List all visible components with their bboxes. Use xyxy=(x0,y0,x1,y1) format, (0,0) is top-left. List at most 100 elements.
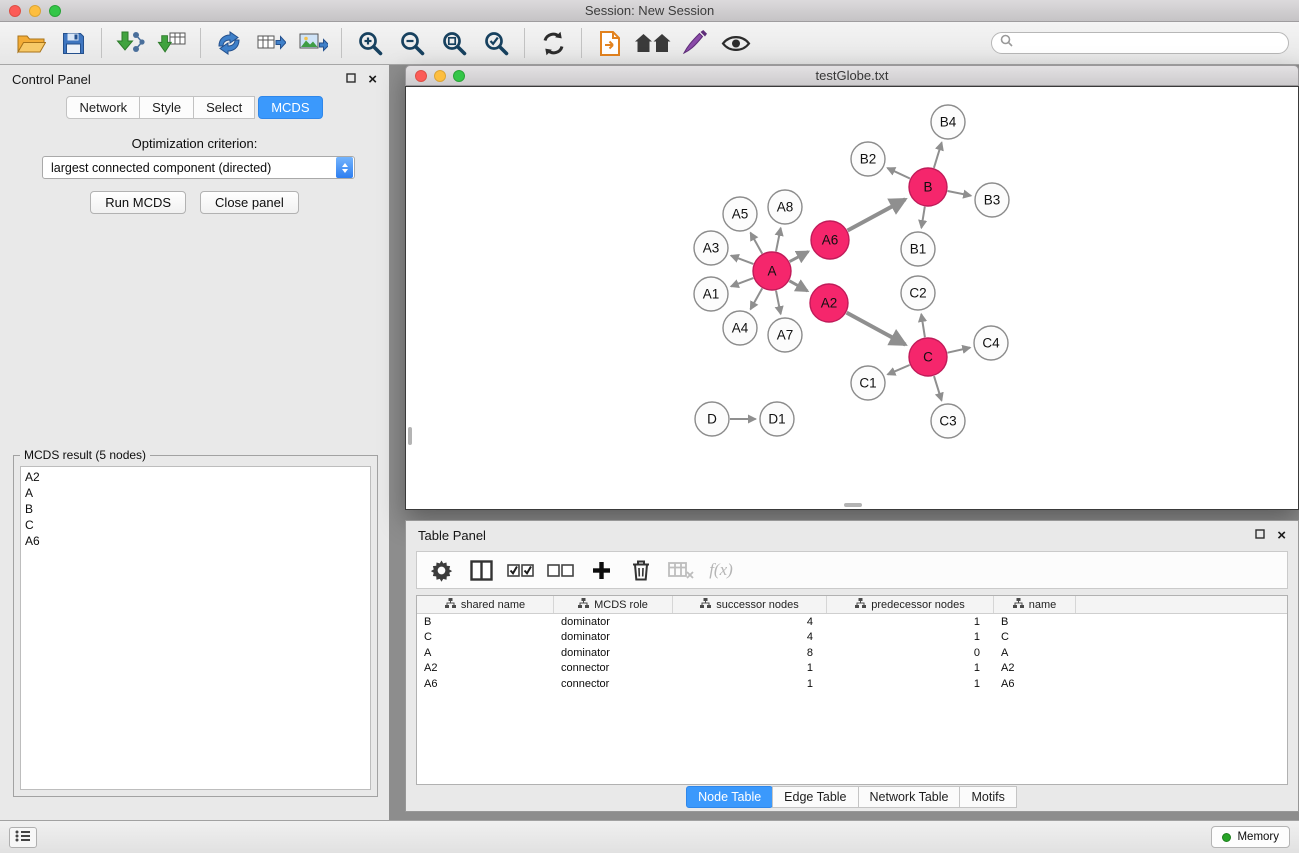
style-brush-icon[interactable] xyxy=(673,25,715,61)
zoom-out-icon[interactable] xyxy=(391,25,433,61)
network-window-titlebar[interactable]: testGlobe.txt xyxy=(405,65,1299,86)
node-A2[interactable]: A2 xyxy=(810,284,848,322)
tab-select[interactable]: Select xyxy=(194,96,255,119)
column-header-shared-name[interactable]: shared name xyxy=(417,596,554,613)
edge-C-C3[interactable] xyxy=(934,376,942,401)
network-file-icon[interactable] xyxy=(589,25,631,61)
edge-A-A4[interactable] xyxy=(751,288,763,309)
node-C[interactable]: C xyxy=(909,338,947,376)
search-box[interactable] xyxy=(991,32,1289,54)
network-minimize-icon[interactable] xyxy=(434,70,446,82)
close-window-icon[interactable] xyxy=(9,5,21,17)
node-A3[interactable]: A3 xyxy=(694,231,728,265)
node-A6[interactable]: A6 xyxy=(811,221,849,259)
node-D1[interactable]: D1 xyxy=(760,402,794,436)
zoom-selected-icon[interactable] xyxy=(475,25,517,61)
node-B3[interactable]: B3 xyxy=(975,183,1009,217)
horizontal-scrollbar-thumb[interactable] xyxy=(844,503,862,507)
node-B1[interactable]: B1 xyxy=(901,232,935,266)
edge-C-C1[interactable] xyxy=(888,365,910,375)
home-icon[interactable] xyxy=(631,25,673,61)
criterion-dropdown[interactable]: largest connected component (directed) xyxy=(42,156,355,179)
table-row[interactable]: Cdominator41C xyxy=(417,630,1287,646)
export-network-icon[interactable] xyxy=(208,25,250,61)
edge-C-C2[interactable] xyxy=(921,314,925,337)
column-header-successor-nodes[interactable]: successor nodes xyxy=(673,596,827,613)
edge-A-A1[interactable] xyxy=(731,278,753,286)
close-panel-icon[interactable]: × xyxy=(1277,528,1286,543)
table-row[interactable]: A2connector11A2 xyxy=(417,661,1287,677)
mcds-result-item[interactable]: B xyxy=(25,501,366,517)
export-image-icon[interactable] xyxy=(292,25,334,61)
node-A5[interactable]: A5 xyxy=(723,197,757,231)
edge-A-A5[interactable] xyxy=(751,233,763,254)
delete-row-icon[interactable] xyxy=(621,559,661,581)
mcds-result-list[interactable]: A2ABCA6 xyxy=(20,466,371,790)
edge-A6-B[interactable] xyxy=(848,199,906,230)
network-canvas[interactable]: B4B2BB3A8A5A6A3B1AC2A1A2A4A7C4CC1DD1C3 xyxy=(405,86,1299,510)
select-all-icon[interactable] xyxy=(501,561,541,579)
edge-A2-C[interactable] xyxy=(847,313,906,345)
tab-network-table[interactable]: Network Table xyxy=(858,786,961,808)
node-C4[interactable]: C4 xyxy=(974,326,1008,360)
search-input[interactable] xyxy=(1018,36,1280,50)
deselect-all-icon[interactable] xyxy=(541,561,581,579)
edge-A-A2[interactable] xyxy=(789,281,807,291)
network-graph[interactable]: B4B2BB3A8A5A6A3B1AC2A1A2A4A7C4CC1DD1C3 xyxy=(406,87,1298,509)
table-row[interactable]: Bdominator41B xyxy=(417,614,1287,630)
tab-network[interactable]: Network xyxy=(66,96,140,119)
column-header-predecessor-nodes[interactable]: predecessor nodes xyxy=(827,596,994,613)
columns-icon[interactable] xyxy=(461,560,501,581)
node-C1[interactable]: C1 xyxy=(851,366,885,400)
node-A8[interactable]: A8 xyxy=(768,190,802,224)
save-session-icon[interactable] xyxy=(52,25,94,61)
tab-style[interactable]: Style xyxy=(140,96,194,119)
network-maximize-icon[interactable] xyxy=(453,70,465,82)
node-A4[interactable]: A4 xyxy=(723,311,757,345)
task-history-button[interactable] xyxy=(9,827,37,848)
edge-A-A8[interactable] xyxy=(776,228,781,251)
node-A[interactable]: A xyxy=(753,252,791,290)
zoom-in-icon[interactable] xyxy=(349,25,391,61)
zoom-fit-icon[interactable] xyxy=(433,25,475,61)
edge-C-C4[interactable] xyxy=(948,348,971,353)
node-A1[interactable]: A1 xyxy=(694,277,728,311)
node-C2[interactable]: C2 xyxy=(901,276,935,310)
vertical-scrollbar-thumb[interactable] xyxy=(408,427,412,445)
gear-icon[interactable] xyxy=(421,559,461,582)
edge-A-A3[interactable] xyxy=(731,256,753,264)
maximize-window-icon[interactable] xyxy=(49,5,61,17)
edge-B-B4[interactable] xyxy=(934,143,942,168)
edge-A-A7[interactable] xyxy=(776,291,781,314)
run-mcds-button[interactable]: Run MCDS xyxy=(90,191,186,214)
edge-B-B2[interactable] xyxy=(887,168,910,179)
node-C3[interactable]: C3 xyxy=(931,404,965,438)
edge-B-B1[interactable] xyxy=(921,207,924,228)
column-header-name[interactable]: name xyxy=(994,596,1076,613)
tab-mcds[interactable]: MCDS xyxy=(258,96,322,119)
function-icon[interactable]: f(x) xyxy=(701,560,741,580)
eye-icon[interactable] xyxy=(715,25,757,61)
import-table-icon[interactable] xyxy=(151,25,193,61)
mcds-result-item[interactable]: A xyxy=(25,485,366,501)
minimize-window-icon[interactable] xyxy=(29,5,41,17)
apply-layout-icon[interactable] xyxy=(532,25,574,61)
tab-node-table[interactable]: Node Table xyxy=(686,786,773,808)
open-session-icon[interactable] xyxy=(10,25,52,61)
column-header-mcds-role[interactable]: MCDS role xyxy=(554,596,673,613)
mcds-result-item[interactable]: A2 xyxy=(25,469,366,485)
node-B[interactable]: B xyxy=(909,168,947,206)
float-panel-icon[interactable] xyxy=(1255,526,1265,544)
edge-B-B3[interactable] xyxy=(948,191,971,196)
mcds-result-item[interactable]: C xyxy=(25,517,366,533)
network-close-icon[interactable] xyxy=(415,70,427,82)
edge-A-A6[interactable] xyxy=(790,252,809,262)
node-A7[interactable]: A7 xyxy=(768,318,802,352)
close-panel-icon[interactable]: × xyxy=(368,72,377,87)
import-network-icon[interactable] xyxy=(109,25,151,61)
node-D[interactable]: D xyxy=(695,402,729,436)
export-table-icon[interactable] xyxy=(250,25,292,61)
node-B4[interactable]: B4 xyxy=(931,105,965,139)
memory-button[interactable]: Memory xyxy=(1211,826,1290,848)
table-row[interactable]: Adominator80A xyxy=(417,645,1287,661)
